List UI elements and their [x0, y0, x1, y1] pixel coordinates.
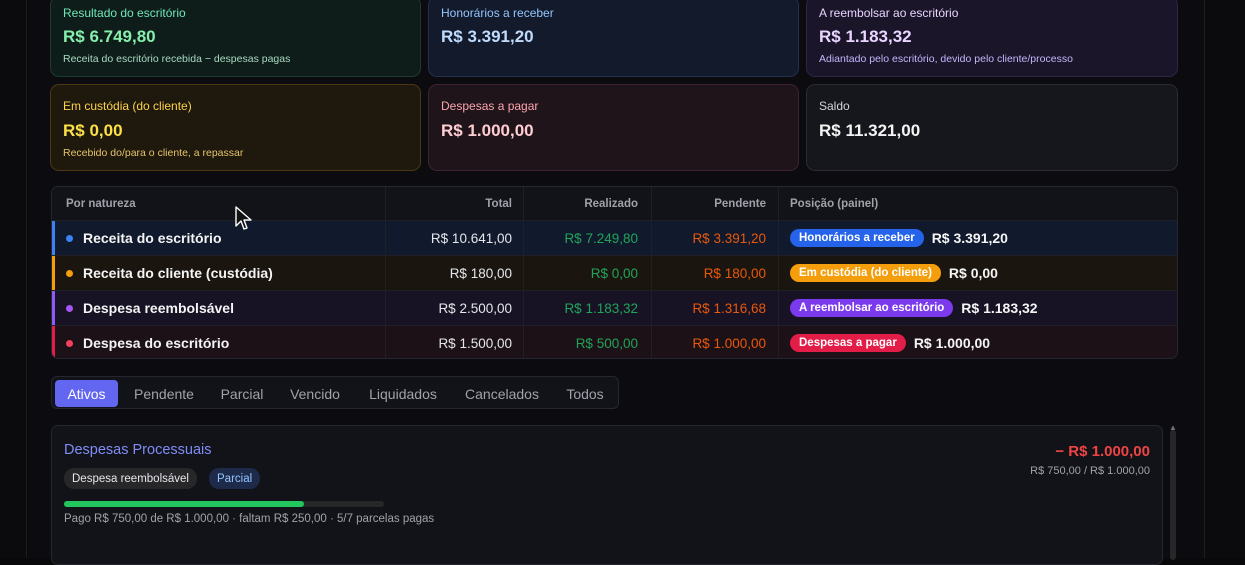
- posicao-value: R$ 0,00: [948, 265, 998, 281]
- posicao-cell: Despesas a pagar R$ 1.000,00: [790, 326, 1170, 358]
- card-label: A reembolsar ao escritório: [819, 6, 959, 20]
- card-subtext: Receita do escritório recebida − despesa…: [63, 53, 291, 65]
- realizado-cell: R$ 1.183,32: [564, 300, 638, 316]
- card-subtext: Adiantado pelo escritório, devido pelo c…: [819, 53, 1073, 65]
- posicao-badge[interactable]: Honorários a receber: [790, 229, 924, 247]
- realizado-cell: R$ 7.249,80: [564, 230, 638, 246]
- posicao-value: R$ 1.183,32: [961, 300, 1038, 316]
- item-amount: − R$ 1.000,00: [1055, 443, 1150, 460]
- header-posicao[interactable]: Posição (painel): [790, 187, 1170, 220]
- realizado-cell: R$ 0,00: [590, 265, 638, 281]
- posicao-cell: Em custódia (do cliente) R$ 0,00: [790, 256, 1170, 290]
- table-row[interactable]: Receita do cliente (custódia) R$ 180,00 …: [52, 255, 1177, 290]
- card-value: R$ 3.391,20: [441, 27, 534, 46]
- header-total[interactable]: Total: [386, 187, 512, 220]
- left-gutter: [0, 0, 27, 558]
- dot-icon: [66, 269, 73, 277]
- posicao-badge[interactable]: A reembolsar ao escritório: [790, 299, 954, 317]
- card-despesas: Despesas a pagar R$ 1.000,00: [428, 84, 799, 171]
- tab-parcial[interactable]: Parcial: [210, 380, 274, 407]
- type-chip: Despesa reembolsável: [64, 468, 197, 489]
- realizado-cell: R$ 500,00: [575, 335, 638, 351]
- total-cell: R$ 2.500,00: [438, 300, 512, 316]
- column-divider: [385, 187, 386, 358]
- posicao-badge[interactable]: Em custódia (do cliente): [790, 264, 941, 282]
- item-amount-progress: R$ 750,00 / R$ 1.000,00: [1030, 465, 1150, 477]
- main-panel: Resultado do escritório R$ 6.749,80 Rece…: [28, 0, 1204, 565]
- natureza-label: Receita do escritório: [83, 230, 222, 246]
- pendente-cell: R$ 1.316,68: [692, 300, 766, 316]
- item-title[interactable]: Despesas Processuais: [64, 442, 212, 458]
- table-header-row: Por natureza Total Realizado Pendente Po…: [52, 187, 1177, 220]
- card-value: R$ 6.749,80: [63, 27, 156, 46]
- posicao-value: R$ 3.391,20: [931, 230, 1008, 246]
- card-resultado: Resultado do escritório R$ 6.749,80 Rece…: [50, 0, 421, 77]
- status-chip: Parcial: [209, 468, 261, 489]
- card-label: Resultado do escritório: [63, 6, 186, 20]
- card-label: Despesas a pagar: [441, 99, 539, 113]
- status-tabs: Ativos Pendente Parcial Vencido Liquidad…: [51, 376, 619, 409]
- lancamento-card[interactable]: Despesas Processuais Despesa reembolsáve…: [51, 425, 1163, 565]
- row-accent: [52, 291, 55, 325]
- card-subtext: Recebido do/para o cliente, a repassar: [63, 147, 244, 159]
- tab-todos[interactable]: Todos: [554, 380, 616, 407]
- tab-liquidados[interactable]: Liquidados: [356, 380, 450, 407]
- natureza-label: Despesa reembolsável: [83, 300, 234, 316]
- paid-summary: Pago R$ 750,00 de R$ 1.000,00 · faltam R…: [64, 513, 435, 525]
- card-saldo: Saldo R$ 11.321,00: [806, 84, 1178, 171]
- total-cell: R$ 180,00: [449, 265, 512, 281]
- posicao-cell: Honorários a receber R$ 3.391,20: [790, 221, 1170, 255]
- tab-cancelados[interactable]: Cancelados: [454, 380, 550, 407]
- card-value: R$ 1.183,32: [819, 27, 912, 46]
- tab-pendente[interactable]: Pendente: [122, 380, 206, 407]
- row-accent: [52, 221, 55, 255]
- card-honorarios: Honorários a receber R$ 3.391,20: [428, 0, 799, 77]
- column-divider: [523, 187, 524, 358]
- header-natureza[interactable]: Por natureza: [66, 187, 386, 220]
- card-value: R$ 11.321,00: [819, 121, 921, 140]
- natureza-cell: Receita do cliente (custódia): [66, 256, 386, 290]
- pendente-cell: R$ 1.000,00: [692, 335, 766, 351]
- table-row[interactable]: Receita do escritório R$ 10.641,00 R$ 7.…: [52, 220, 1177, 255]
- pendente-cell: R$ 3.391,20: [692, 230, 766, 246]
- total-cell: R$ 10.641,00: [430, 230, 512, 246]
- card-custodia: Em custódia (do cliente) R$ 0,00 Recebid…: [50, 84, 421, 171]
- natureza-cell: Despesa reembolsável: [66, 291, 386, 325]
- table-row[interactable]: Despesa reembolsável R$ 2.500,00 R$ 1.18…: [52, 290, 1177, 325]
- table-row[interactable]: Despesa do escritório R$ 1.500,00 R$ 500…: [52, 325, 1177, 358]
- card-value: R$ 0,00: [63, 121, 123, 140]
- progress-fill: [64, 501, 304, 507]
- header-pendente[interactable]: Pendente: [652, 187, 766, 220]
- natureza-cell: Despesa do escritório: [66, 326, 386, 358]
- row-accent: [52, 256, 55, 290]
- scrollbar[interactable]: [1170, 430, 1176, 560]
- progress-bar: [64, 501, 384, 507]
- posicao-cell: A reembolsar ao escritório R$ 1.183,32: [790, 291, 1170, 325]
- total-cell: R$ 1.500,00: [438, 335, 512, 351]
- nature-table: Por natureza Total Realizado Pendente Po…: [51, 186, 1178, 359]
- posicao-badge[interactable]: Despesas a pagar: [790, 334, 906, 352]
- card-value: R$ 1.000,00: [441, 121, 534, 140]
- card-label: Em custódia (do cliente): [63, 99, 192, 113]
- natureza-label: Receita do cliente (custódia): [83, 265, 273, 281]
- row-accent: [52, 326, 55, 358]
- card-reembolsar: A reembolsar ao escritório R$ 1.183,32 A…: [806, 0, 1178, 77]
- posicao-value: R$ 1.000,00: [913, 335, 991, 351]
- dot-icon: [66, 304, 73, 312]
- pendente-cell: R$ 180,00: [703, 265, 766, 281]
- tab-ativos[interactable]: Ativos: [55, 380, 118, 407]
- dot-icon: [66, 339, 73, 347]
- header-realizado[interactable]: Realizado: [524, 187, 638, 220]
- mouse-cursor-icon: [235, 206, 252, 230]
- column-divider: [778, 187, 779, 358]
- column-divider: [651, 187, 652, 358]
- card-label: Saldo: [819, 99, 850, 113]
- natureza-cell: Receita do escritório: [66, 221, 386, 255]
- tab-vencido[interactable]: Vencido: [278, 380, 352, 407]
- card-label: Honorários a receber: [441, 6, 554, 20]
- natureza-label: Despesa do escritório: [83, 335, 230, 351]
- dot-icon: [66, 234, 73, 242]
- right-gutter: [1204, 0, 1245, 558]
